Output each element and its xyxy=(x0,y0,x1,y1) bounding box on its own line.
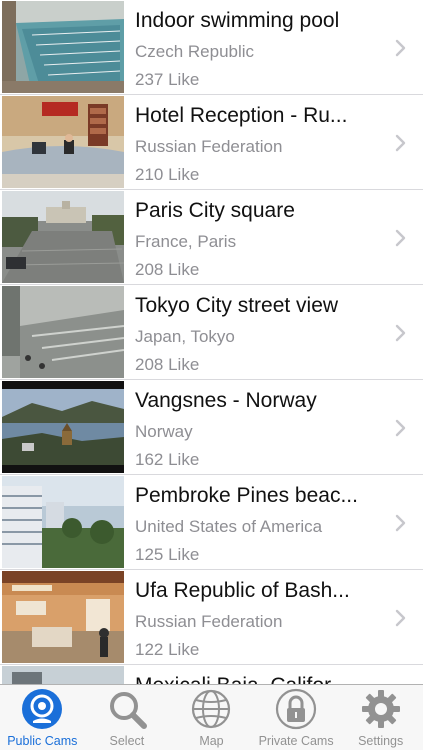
cam-likes: 122 Like xyxy=(135,640,200,659)
gear-icon xyxy=(361,690,400,728)
tab-label: Public Cams xyxy=(7,734,78,748)
cam-row[interactable]: Mexicali Baja, Califor... xyxy=(0,665,423,684)
cam-row[interactable]: Ufa Republic of Bash... Russian Federati… xyxy=(0,570,423,665)
chevron-right-icon xyxy=(395,419,406,437)
cam-location: France, Paris xyxy=(135,232,237,251)
cam-thumbnail xyxy=(2,191,124,283)
cam-likes: 208 Like xyxy=(135,260,200,279)
chevron-right-icon xyxy=(395,609,406,627)
tab-public-cams[interactable]: Public Cams xyxy=(0,685,85,750)
cam-row[interactable]: Pembroke Pines beac... United States of … xyxy=(0,475,423,570)
tab-private-cams[interactable]: Private Cams xyxy=(254,685,339,750)
cam-thumbnail xyxy=(2,286,124,378)
globe-icon xyxy=(192,689,231,729)
tab-select[interactable]: Select xyxy=(85,685,170,750)
chevron-right-icon xyxy=(395,134,406,152)
tab-label: Settings xyxy=(358,734,404,748)
tab-map[interactable]: Map xyxy=(169,685,254,750)
lock-icon xyxy=(275,688,317,730)
cam-likes: 162 Like xyxy=(135,450,200,469)
cam-likes: 237 Like xyxy=(135,70,200,89)
cam-location: Japan, Tokyo xyxy=(135,327,235,346)
cam-thumbnail xyxy=(2,1,124,93)
cam-title: Mexicali Baja, Califor... xyxy=(135,674,385,684)
cam-location: Czech Republic xyxy=(135,42,255,61)
cam-thumbnail xyxy=(2,96,124,188)
cam-title: Ufa Republic of Bash... xyxy=(135,579,350,602)
chevron-right-icon xyxy=(395,39,406,57)
cam-title: Vangsnes - Norway xyxy=(135,389,317,412)
cam-row[interactable]: Paris City square France, Paris 208 Like xyxy=(0,190,423,285)
cam-likes: 210 Like xyxy=(135,165,200,184)
tab-settings[interactable]: Settings xyxy=(338,685,423,750)
cam-location: United States of America xyxy=(135,517,323,536)
chevron-right-icon xyxy=(395,514,406,532)
cam-title: Indoor swimming pool xyxy=(135,9,340,32)
chevron-right-icon xyxy=(395,229,406,247)
cam-thumbnail xyxy=(2,571,124,663)
cam-location: Russian Federation xyxy=(135,612,283,631)
cam-title: Tokyo City street view xyxy=(135,294,339,317)
chevron-right-icon xyxy=(395,324,406,342)
cam-location: Norway xyxy=(135,422,193,441)
cam-row[interactable]: Indoor swimming pool Czech Republic 237 … xyxy=(0,0,423,95)
search-icon xyxy=(109,692,147,729)
tab-label: Select xyxy=(109,734,145,748)
cam-likes: 125 Like xyxy=(135,545,200,564)
cam-row[interactable]: Tokyo City street view Japan, Tokyo 208 … xyxy=(0,285,423,380)
cam-likes: 208 Like xyxy=(135,355,200,374)
cam-thumbnail xyxy=(2,381,124,473)
cam-row[interactable]: Hotel Reception - Ru... Russian Federati… xyxy=(0,95,423,190)
cam-location: Russian Federation xyxy=(135,137,283,156)
tab-label: Map xyxy=(199,734,224,748)
tab-bar: Public Cams Select Map Private Cams Sett… xyxy=(0,684,423,750)
cam-title: Pembroke Pines beac... xyxy=(135,484,358,507)
cam-thumbnail xyxy=(2,666,124,684)
cam-list[interactable]: Indoor swimming pool Czech Republic 237 … xyxy=(0,0,423,684)
cam-title: Hotel Reception - Ru... xyxy=(135,104,348,127)
tab-label: Private Cams xyxy=(258,734,334,748)
cam-row[interactable]: Vangsnes - Norway Norway 162 Like xyxy=(0,380,423,475)
cam-title: Paris City square xyxy=(135,199,295,222)
cam-thumbnail xyxy=(2,476,124,568)
webcam-icon xyxy=(22,689,63,729)
